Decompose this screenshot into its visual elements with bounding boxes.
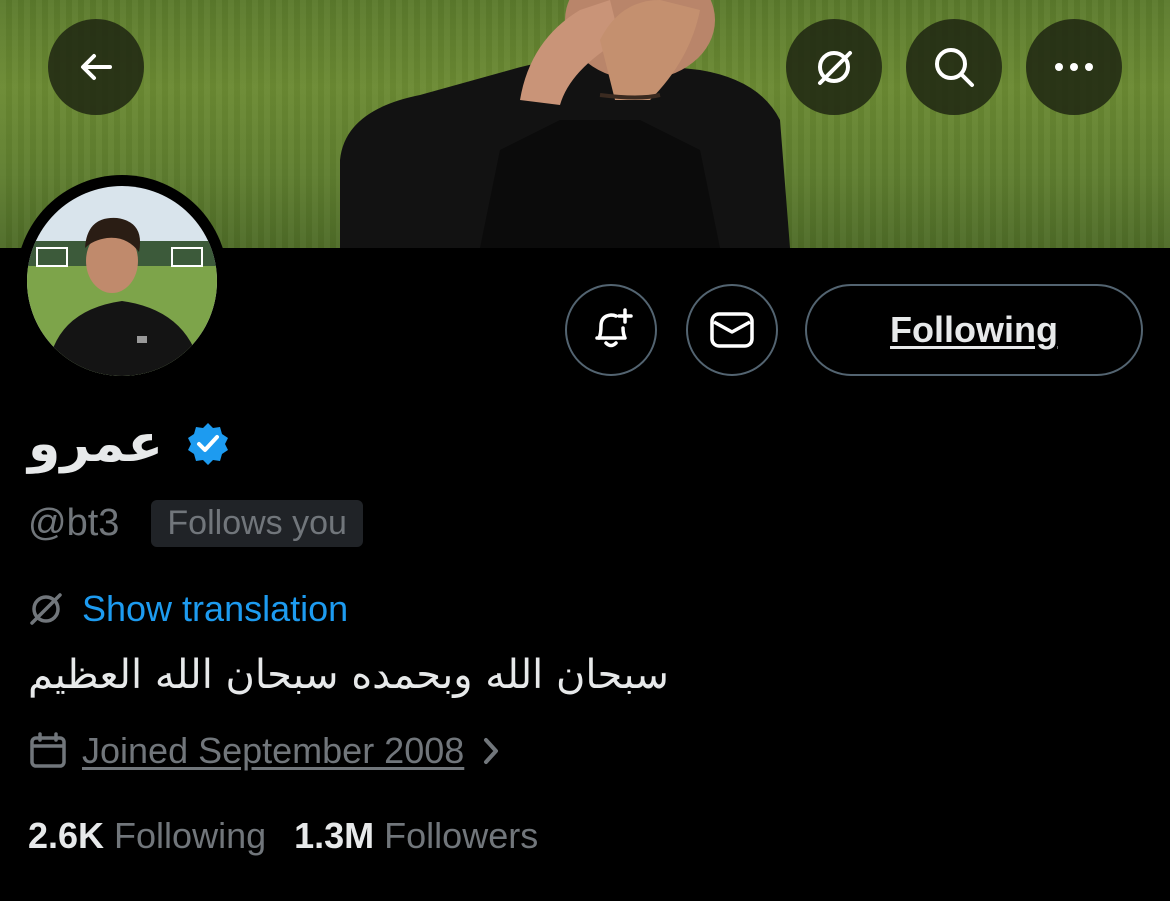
- translate-icon: [30, 593, 62, 625]
- search-icon: [935, 48, 974, 87]
- back-button[interactable]: [48, 19, 144, 115]
- more-button[interactable]: [1026, 19, 1122, 115]
- followers-stat[interactable]: 1.3M Followers: [294, 815, 538, 857]
- calendar-icon: [30, 732, 66, 768]
- chevron-right-icon: [484, 738, 499, 764]
- profile-screen: Following عمرو @bt3 Follows you Show tra…: [0, 0, 1170, 901]
- followers-count: 1.3M: [294, 815, 375, 856]
- envelope-icon: [710, 312, 754, 348]
- followers-label: Followers: [384, 815, 539, 856]
- display-name-row: عمرو: [28, 418, 231, 470]
- following-button[interactable]: Following: [805, 284, 1143, 376]
- joined-date[interactable]: Joined September 2008: [82, 730, 464, 772]
- following-count: 2.6K: [28, 815, 105, 856]
- follows-you-badge: Follows you: [151, 500, 363, 547]
- translate-button[interactable]: [786, 19, 882, 115]
- show-translation-link[interactable]: Show translation: [82, 588, 348, 630]
- notify-button[interactable]: [565, 284, 657, 376]
- translate-row[interactable]: Show translation: [26, 588, 348, 630]
- handle: @bt3: [28, 502, 120, 544]
- arrow-left-icon: [81, 54, 112, 80]
- avatar-photo: [27, 186, 217, 376]
- avatar[interactable]: [16, 175, 228, 387]
- joined-row[interactable]: Joined September 2008: [28, 730, 504, 772]
- stats-row: 2.6K Following 1.3M Followers: [28, 815, 538, 857]
- search-button[interactable]: [906, 19, 1002, 115]
- message-button[interactable]: [686, 284, 778, 376]
- following-label: Following: [114, 815, 267, 856]
- following-stat[interactable]: 2.6K Following: [28, 815, 266, 857]
- bell-plus-icon: [595, 308, 633, 348]
- handle-row: @bt3 Follows you: [28, 500, 363, 547]
- display-name: عمرو: [28, 414, 164, 474]
- verified-badge-icon[interactable]: [185, 421, 231, 467]
- bio: سبحان الله وبحمده سبحان الله العظيم: [28, 652, 669, 698]
- translate-icon: [818, 51, 852, 85]
- more-horizontal-icon: [1055, 63, 1093, 71]
